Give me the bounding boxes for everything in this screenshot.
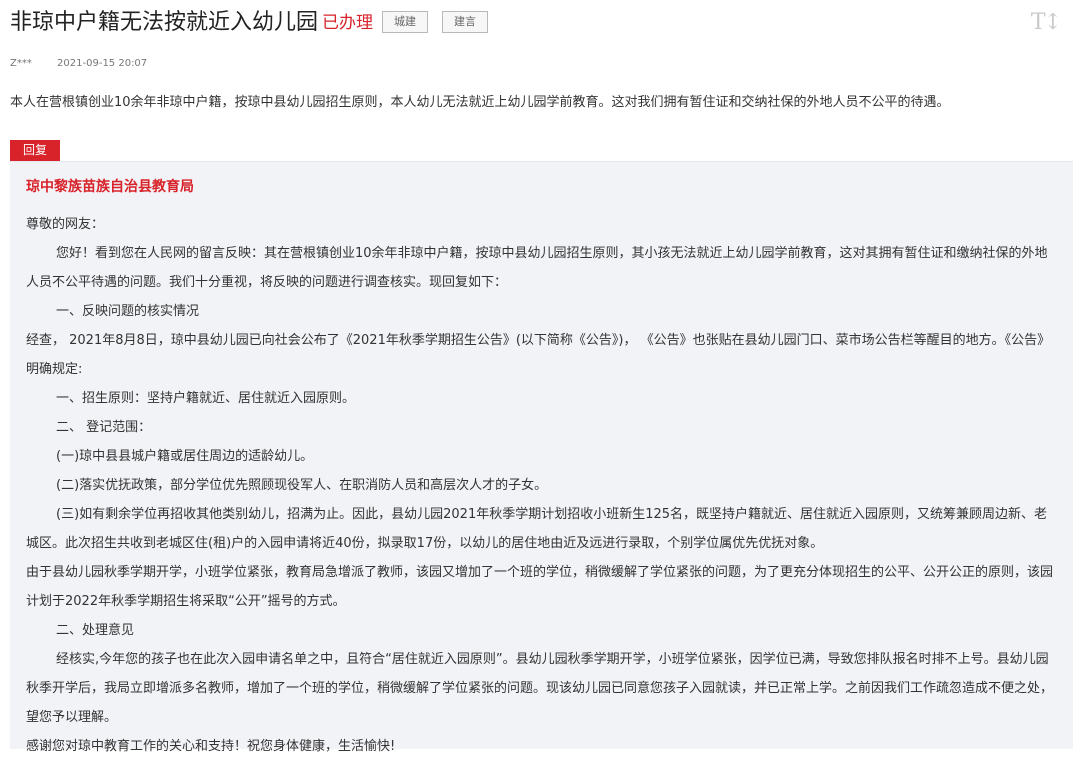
reply-tab[interactable]: 回复 <box>10 140 60 161</box>
reply-section-heading: 二、处理意见 <box>56 623 135 638</box>
post-title: 非琼中户籍无法按就近入幼儿园 <box>10 10 319 35</box>
reply-list-item: 二、 登记范围： <box>56 420 152 435</box>
reply-paragraph: 经查， 2021年8月8日，琼中县幼儿园已向社会公布了《2021年秋季学期招生公… <box>26 333 1051 377</box>
reply-list-item: (二)落实优抚政策，部分学位优先照顾现役军人、在职消防人员和高层次人才的子女。 <box>56 478 548 493</box>
reply-organization: 琼中黎族苗族自治县教育局 <box>26 179 194 195</box>
reply-list-item: (三)如有剩余学位再招收其他类别幼儿，招满为止。因此，县幼儿园2021年秋季学期… <box>26 507 1048 551</box>
post-meta: Z*** 2021-09-15 20:07 <box>10 58 147 69</box>
post-date: 2021-09-15 20:07 <box>57 58 148 69</box>
reply-section-heading: 一、反映问题的核实情况 <box>56 304 200 319</box>
tag-jianyan[interactable]: 建言 <box>442 11 488 33</box>
status-label: 已办理 <box>322 13 373 33</box>
author-name: Z*** <box>10 58 32 69</box>
tag-chengjian[interactable]: 城建 <box>382 11 428 33</box>
font-size-icon[interactable]: T↕ <box>1031 10 1062 35</box>
reply-list-item: 一、招生原则：坚持户籍就近、居住就近入园原则。 <box>56 391 356 406</box>
reply-paragraph: 您好！看到您在人民网的留言反映：其在营根镇创业10余年非琼中户籍，按琼中县幼儿园… <box>26 246 1048 290</box>
post-header: 非琼中户籍无法按就近入幼儿园 已办理 城建 建言 T↕ <box>10 8 1070 40</box>
reply-greeting: 尊敬的网友： <box>26 217 105 232</box>
reply-list-item: (一)琼中县县城户籍或居住周边的适龄幼儿。 <box>56 449 314 464</box>
reply-closing: 感谢您对琼中教育工作的关心和支持！祝您身体健康，生活愉快! <box>26 739 396 754</box>
reply-paragraph: 由于县幼儿园秋季学期开学，小班学位紧张，教育局急增派了教师，该园又增加了一个班的… <box>26 565 1054 609</box>
reply-body: 尊敬的网友： 您好！看到您在人民网的留言反映：其在营根镇创业10余年非琼中户籍，… <box>26 210 1056 761</box>
question-text: 本人在营根镇创业10余年非琼中户籍，按琼中县幼儿园招生原则，本人幼儿无法就近上幼… <box>10 95 950 110</box>
reply-panel: 琼中黎族苗族自治县教育局 尊敬的网友： 您好！看到您在人民网的留言反映：其在营根… <box>10 161 1073 754</box>
reply-paragraph: 经核实,今年您的孩子也在此次入园申请名单之中，且符合“居住就近入园原则”。县幼儿… <box>26 652 1054 725</box>
